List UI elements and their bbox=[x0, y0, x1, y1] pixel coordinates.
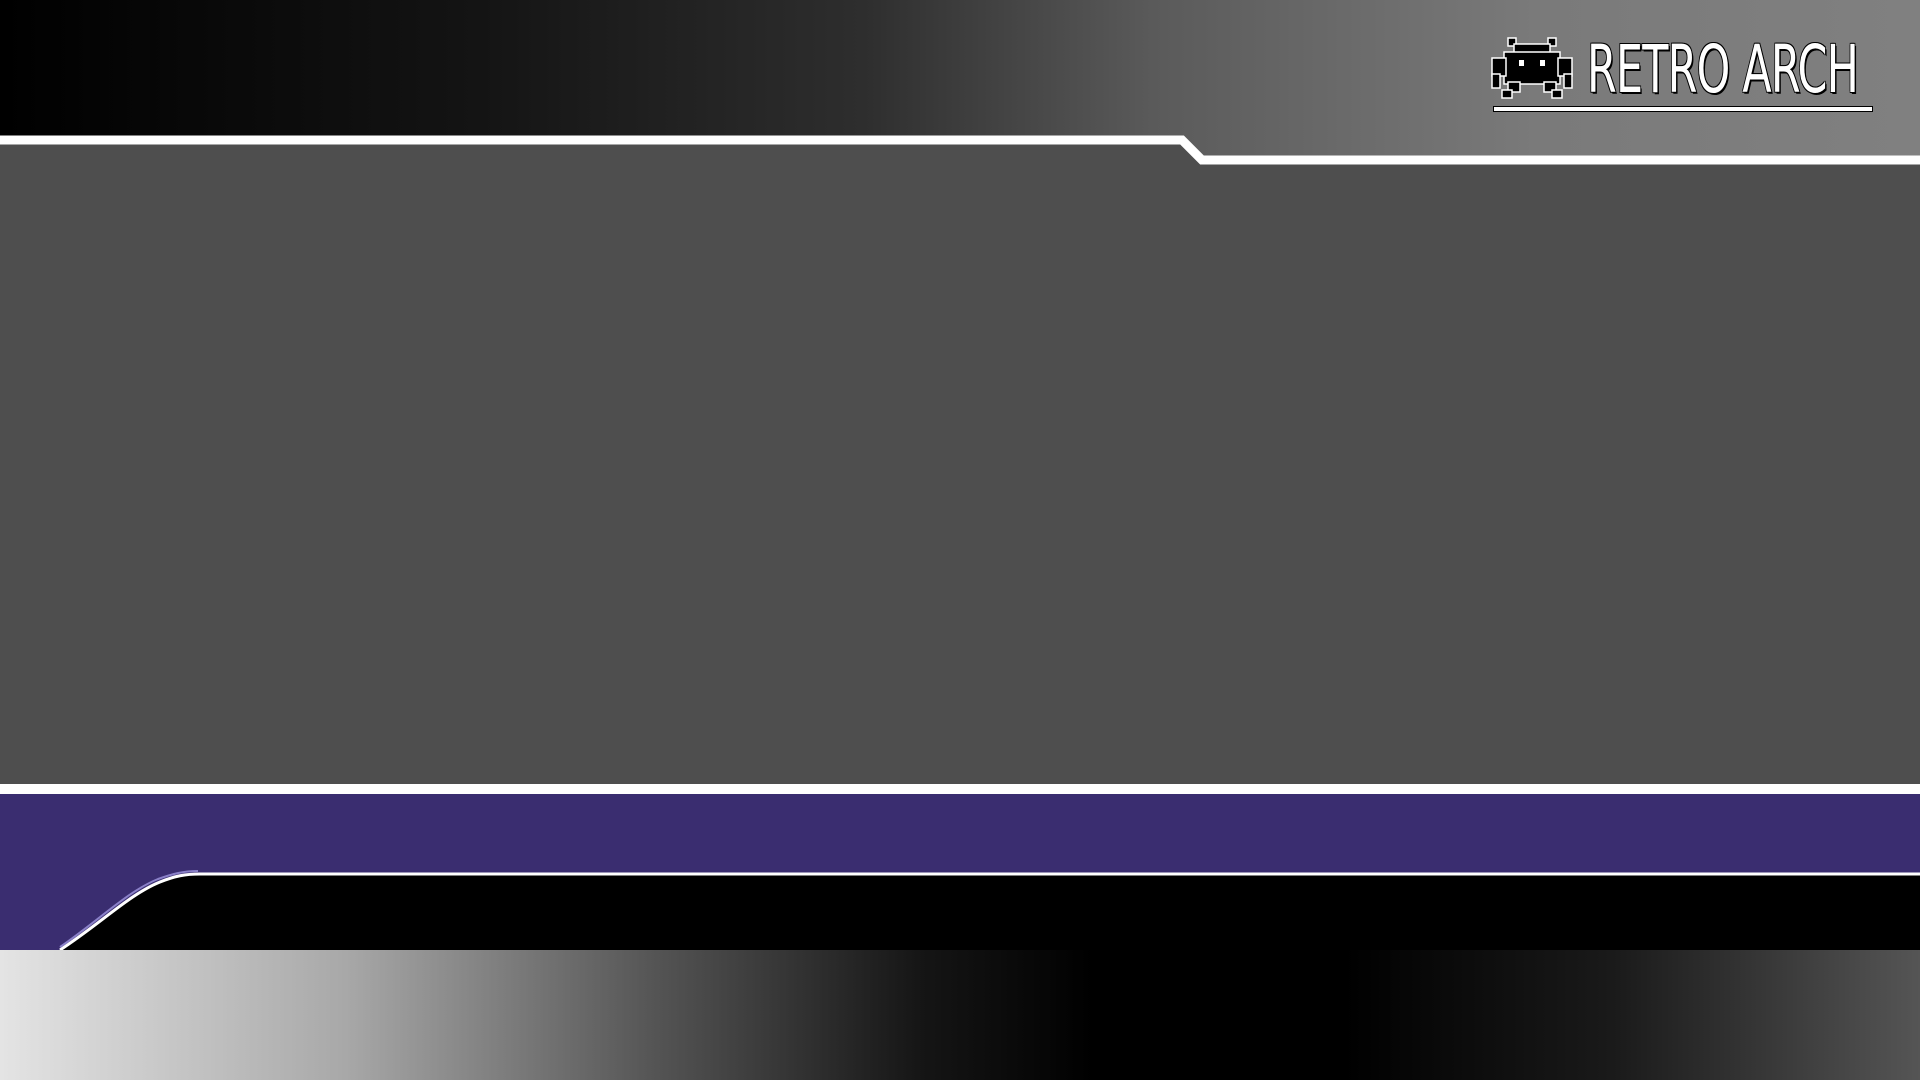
content-bottom-divider bbox=[0, 784, 1920, 794]
retroarch-logo: RETRO ARCH bbox=[1490, 34, 1875, 114]
accent-band bbox=[0, 794, 1920, 954]
footer-bar bbox=[0, 950, 1920, 1080]
logo-underline bbox=[1493, 106, 1873, 112]
space-invader-icon bbox=[1491, 37, 1573, 99]
header-divider bbox=[0, 135, 1920, 165]
screen: RETRO ARCH bbox=[0, 0, 1920, 1080]
logo-wordmark: RETRO ARCH bbox=[1587, 31, 1859, 108]
content-area bbox=[0, 140, 1920, 785]
